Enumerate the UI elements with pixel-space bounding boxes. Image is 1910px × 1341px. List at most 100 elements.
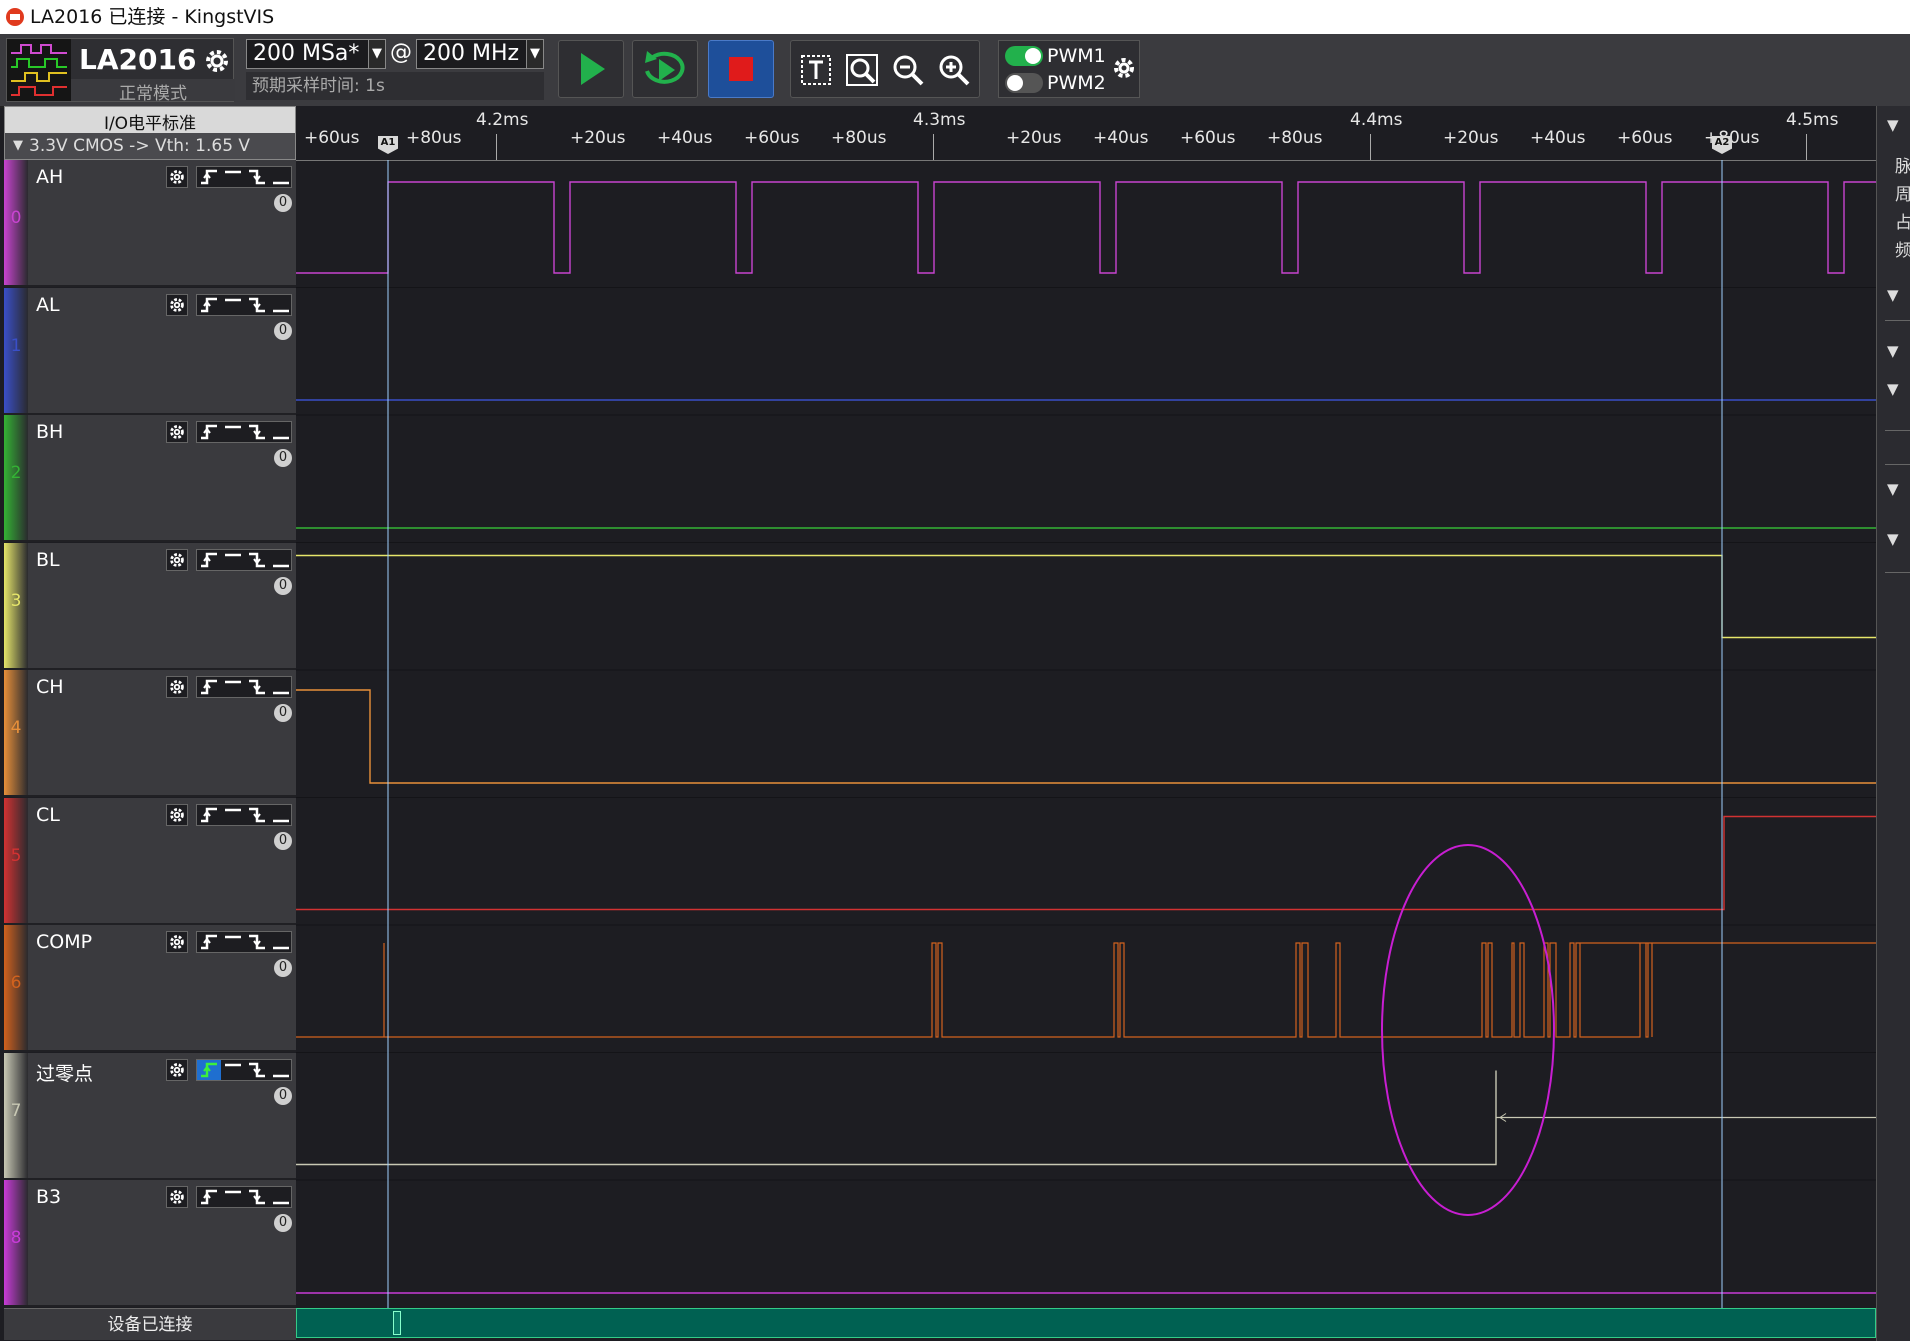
falling-edge-trigger-icon[interactable] [245,1187,269,1207]
low-level-trigger-icon[interactable] [269,550,293,570]
high-level-trigger-icon[interactable] [221,167,245,187]
timeline-overview-bar[interactable] [296,1308,1876,1338]
cursor-a2-marker[interactable]: A2 [1712,136,1732,154]
channel-name[interactable]: COMP [36,931,92,953]
channel-count-badge: 0 [274,959,292,977]
ruler-major-tick [1806,134,1807,160]
falling-edge-trigger-icon[interactable] [245,295,269,315]
channel-row[interactable]: 6 COMP 0 [4,925,296,1052]
pwm-settings-gear-icon[interactable] [1111,55,1137,81]
falling-edge-trigger-icon[interactable] [245,677,269,697]
sample-rate-select[interactable]: 200 MHz ▼ [416,39,544,69]
channel-name[interactable]: BL [36,549,60,571]
low-level-trigger-icon[interactable] [269,1060,293,1080]
text-cursor-icon[interactable] [797,51,835,89]
pwm1-toggle[interactable] [1005,46,1043,66]
rising-edge-trigger-icon[interactable] [197,932,221,952]
rising-edge-trigger-icon[interactable] [197,422,221,442]
high-level-trigger-icon[interactable] [221,932,245,952]
channel-settings-gear-icon[interactable] [166,421,188,443]
high-level-trigger-icon[interactable] [221,1060,245,1080]
cursor-marker-label: A2 [1714,137,1730,148]
ruler-minor-label: +60us [744,128,800,148]
channel-count-badge: 0 [274,194,292,212]
rising-edge-trigger-icon[interactable] [197,805,221,825]
cursor-a1-marker[interactable]: A1 [378,136,398,154]
channel-name[interactable]: CH [36,676,64,698]
start-button[interactable] [558,40,624,98]
expand-arrow-icon[interactable]: ▼ [1887,380,1899,398]
low-level-trigger-icon[interactable] [269,932,293,952]
repeat-run-button[interactable] [632,40,698,98]
channel-settings-gear-icon[interactable] [166,293,188,316]
io-standard-value: 3.3V CMOS -> Vth: 1.65 V [29,136,251,156]
pwm2-toggle[interactable] [1005,73,1043,93]
rising-edge-trigger-icon[interactable] [197,167,221,187]
low-level-trigger-icon[interactable] [269,295,293,315]
ruler-major-tick [933,134,934,160]
channel-index: 7 [10,1100,22,1121]
falling-edge-trigger-icon[interactable] [245,422,269,442]
rising-edge-trigger-icon[interactable] [197,1059,221,1080]
channel-row[interactable]: 8 B3 0 [4,1180,296,1307]
time-ruler[interactable]: 4.2ms 4.3ms 4.4ms 4.5ms +60us +80us +20us +40us… [296,106,1876,161]
channel-settings-gear-icon[interactable] [166,548,188,571]
high-level-trigger-icon[interactable] [221,295,245,315]
high-level-trigger-icon[interactable] [221,677,245,697]
zoom-in-icon[interactable] [935,51,973,89]
high-level-trigger-icon[interactable] [221,1187,245,1207]
low-level-trigger-icon[interactable] [269,1187,293,1207]
rising-edge-trigger-icon[interactable] [197,1187,221,1207]
channel-settings-gear-icon[interactable] [166,1186,188,1208]
low-level-trigger-icon[interactable] [269,677,293,697]
falling-edge-trigger-icon[interactable] [245,550,269,570]
channel-name[interactable]: B3 [36,1186,61,1208]
channel-name[interactable]: 过零点 [36,1059,93,1086]
channel-name[interactable]: AL [36,294,60,316]
zoom-out-icon[interactable] [889,51,927,89]
io-standard-select[interactable]: ▼ 3.3V CMOS -> Vth: 1.65 V [5,133,295,159]
expand-arrow-icon[interactable]: ▼ [1887,530,1899,548]
at-symbol: @ [390,40,412,65]
triangle-down-icon: ▼ [13,138,23,153]
expand-arrow-icon[interactable]: ▼ [1887,286,1899,304]
zoom-fit-icon[interactable] [843,51,881,89]
device-mode-label[interactable]: 正常模式 [71,79,235,104]
falling-edge-trigger-icon[interactable] [245,805,269,825]
stop-button[interactable] [708,40,774,98]
rising-edge-trigger-icon[interactable] [197,295,221,315]
channel-settings-gear-icon[interactable] [166,166,188,188]
expand-arrow-icon[interactable]: ▼ [1887,116,1899,134]
channel-row[interactable]: 0 AH 0 [4,160,296,287]
channel-settings-gear-icon[interactable] [166,803,188,826]
channel-row[interactable]: 2 BH 0 [4,415,296,542]
channel-name[interactable]: AH [36,166,63,188]
channel-row[interactable]: 3 BL 0 [4,542,296,670]
high-level-trigger-icon[interactable] [221,422,245,442]
device-settings-gear-icon[interactable] [203,47,231,75]
channel-settings-gear-icon[interactable] [166,676,188,698]
expand-arrow-icon[interactable]: ▼ [1887,342,1899,360]
falling-edge-trigger-icon[interactable] [245,932,269,952]
channel-settings-gear-icon[interactable] [166,1058,188,1081]
high-level-trigger-icon[interactable] [221,550,245,570]
low-level-trigger-icon[interactable] [269,805,293,825]
falling-edge-trigger-icon[interactable] [245,1060,269,1080]
channel-row[interactable]: 5 CL 0 [4,797,296,925]
channel-row[interactable]: 1 AL 0 [4,287,296,415]
timeline-thumb[interactable] [393,1311,401,1335]
rising-edge-trigger-icon[interactable] [197,677,221,697]
channel-row[interactable]: 4 CH 0 [4,670,296,797]
expand-arrow-icon[interactable]: ▼ [1887,480,1899,498]
falling-edge-trigger-icon[interactable] [245,167,269,187]
high-level-trigger-icon[interactable] [221,805,245,825]
channel-name[interactable]: CL [36,804,60,826]
sample-depth-select[interactable]: 200 MSa* ▼ [246,39,386,69]
channel-name[interactable]: BH [36,421,63,443]
channel-settings-gear-icon[interactable] [166,931,188,953]
rising-edge-trigger-icon[interactable] [197,550,221,570]
low-level-trigger-icon[interactable] [269,167,293,187]
low-level-trigger-icon[interactable] [269,422,293,442]
channel-row[interactable]: 7 过零点 0 [4,1052,296,1180]
waveform-view[interactable] [296,160,1876,1308]
